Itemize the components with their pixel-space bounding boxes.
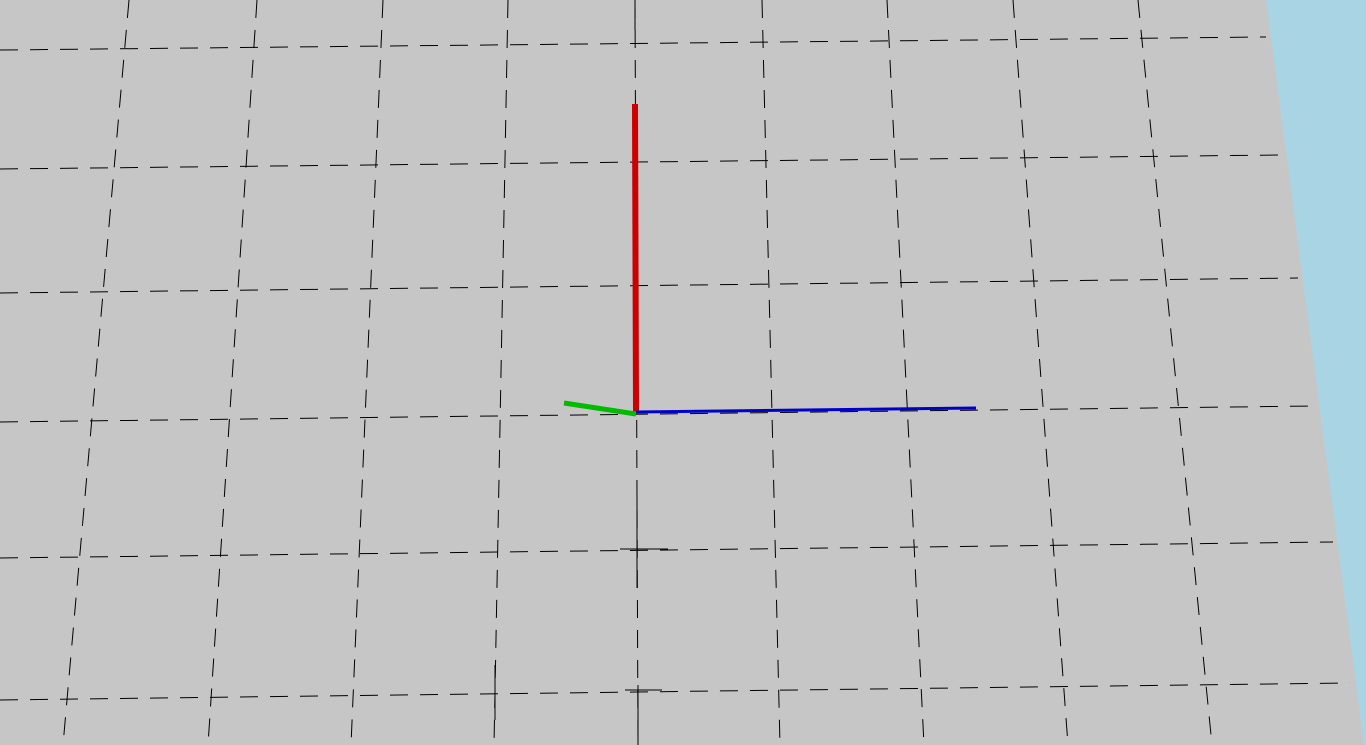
3d-viewport[interactable] [0,0,1366,745]
ground-plane [0,0,1366,745]
axis-x-red [632,103,639,413]
scene-canvas[interactable] [0,0,1366,745]
